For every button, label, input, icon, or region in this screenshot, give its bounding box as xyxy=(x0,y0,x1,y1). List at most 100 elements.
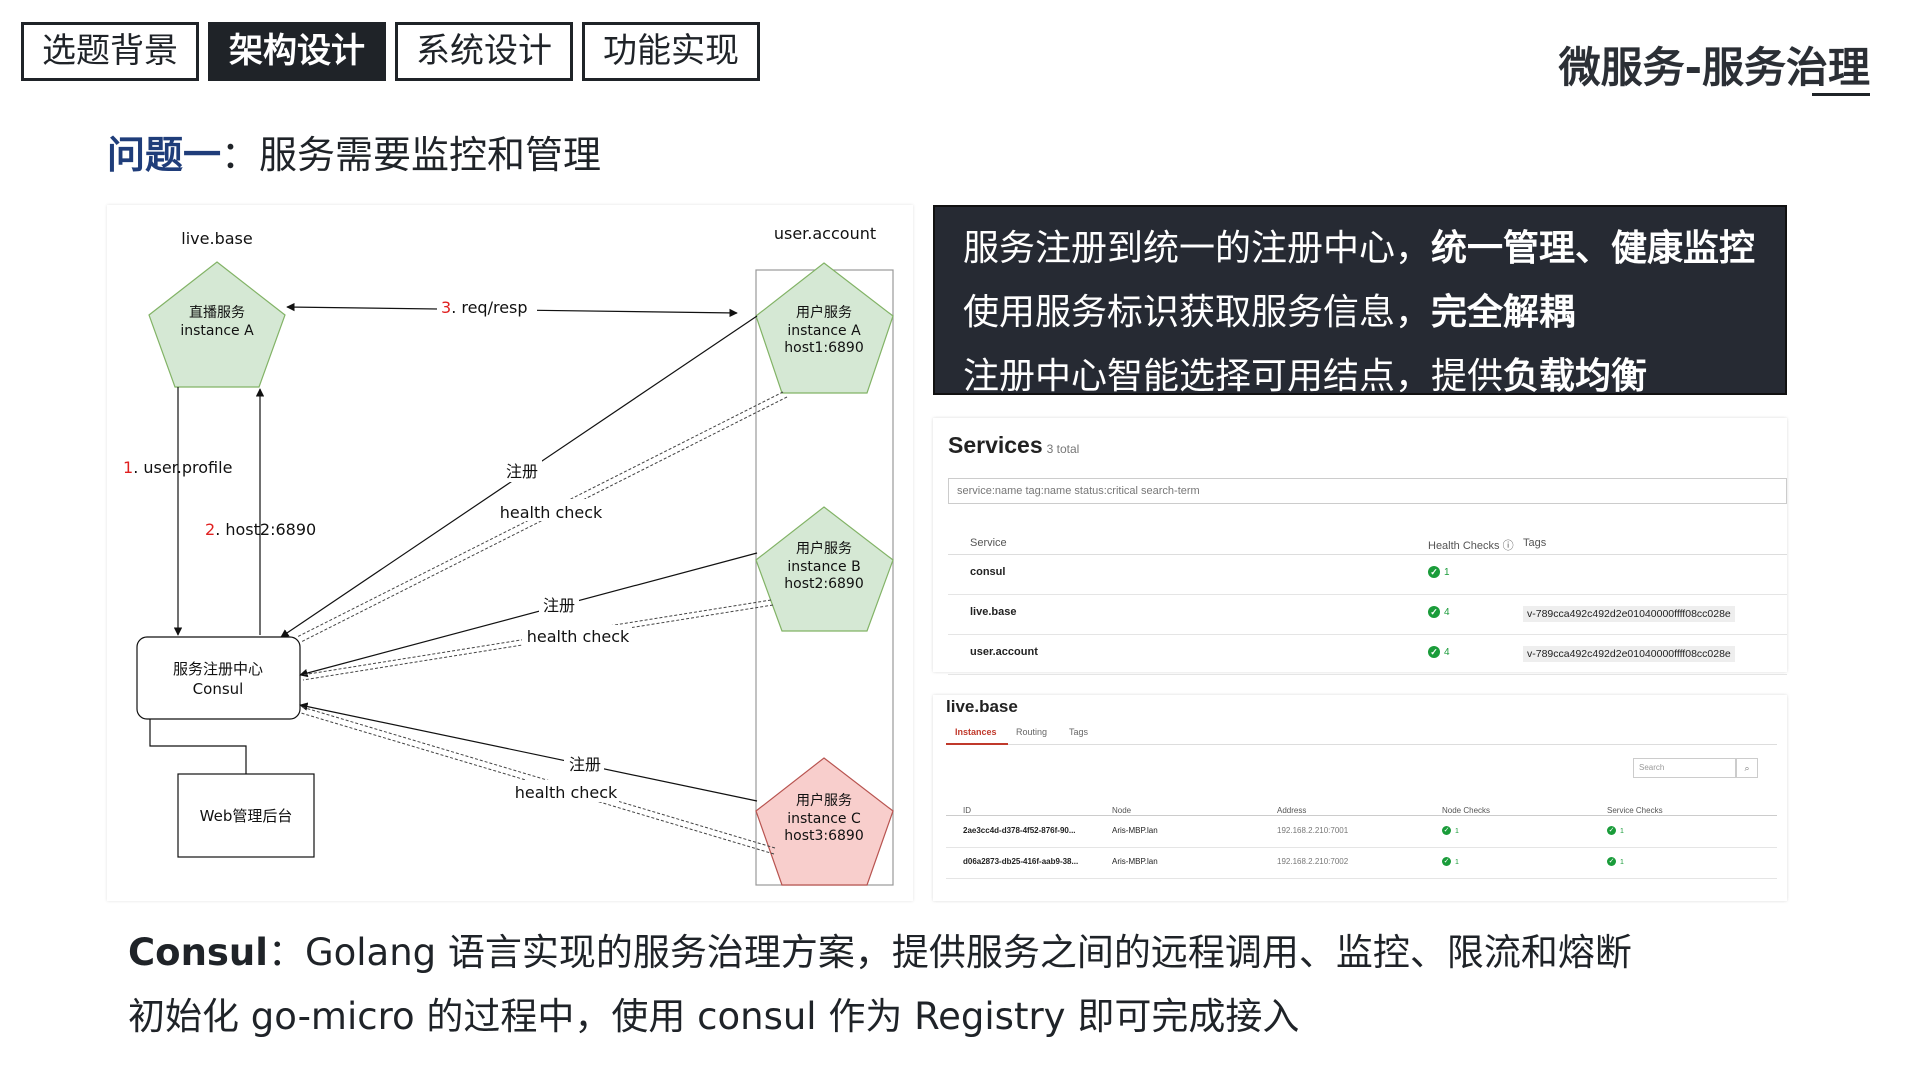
node-check-count: 1 xyxy=(1455,828,1459,835)
health-status: ✓ 4 xyxy=(1428,606,1450,619)
register-label-a: 注册 xyxy=(506,462,538,481)
tab-routing[interactable]: Routing xyxy=(1016,727,1047,737)
check-icon: ✓ xyxy=(1607,857,1616,867)
register-label-c: 注册 xyxy=(569,755,601,774)
user-b-line1: 用户服务 xyxy=(796,540,852,557)
footer-line-1-text: ：Golang 语言实现的服务治理方案，提供服务之间的远程调用、监控、限流和熔断 xyxy=(267,931,1632,974)
summary-line-2: 使用服务标识获取服务信息，完全解耦 xyxy=(963,281,1757,345)
health-count: 4 xyxy=(1444,647,1450,658)
col-node-checks[interactable]: Node Checks xyxy=(1442,806,1490,815)
check-icon: ✓ xyxy=(1607,826,1616,836)
tab-background[interactable]: 选题背景 xyxy=(21,22,199,81)
instance-node: Aris-MBP.lan xyxy=(1112,857,1158,866)
consul-registry-node xyxy=(136,636,301,720)
node-check-status: ✓ 1 xyxy=(1442,826,1459,836)
step3-label: 3. req/resp xyxy=(441,298,528,317)
health-label-c: health check xyxy=(515,783,618,802)
service-name[interactable]: live.base xyxy=(970,606,1016,618)
instances-search-input[interactable]: Search xyxy=(1633,758,1736,778)
step2-number: 2 xyxy=(205,520,215,539)
summary-line-3-text: 注册中心智能选择可用结点，提供 xyxy=(963,356,1504,397)
col-health-checks[interactable]: Health Checks ⓘ xyxy=(1428,537,1514,553)
instances-tabs: Instances Routing Tags xyxy=(946,718,1777,745)
user-c-line2: instance C xyxy=(787,811,861,827)
footer-line-2: 初始化 go-micro 的过程中，使用 consul 作为 Registry … xyxy=(128,995,1300,1038)
instance-id[interactable]: 2ae3cc4d-d378-4f52-876f-90... xyxy=(963,826,1076,835)
table-row[interactable]: d06a2873-db25-416f-aab9-38... Aris-MBP.l… xyxy=(946,848,1777,879)
brand-underline xyxy=(1812,93,1870,96)
architecture-diagram: live.base user.account 直播服务 instance A 用… xyxy=(107,205,913,901)
health-status: ✓ 4 xyxy=(1428,646,1450,659)
step1-number: 1 xyxy=(123,458,133,477)
table-row[interactable]: 2ae3cc4d-d378-4f52-876f-90... Aris-MBP.l… xyxy=(946,817,1777,848)
tab-instances[interactable]: Instances xyxy=(955,727,997,737)
user-account-group-label: user.account xyxy=(774,224,876,243)
services-panel: Services 3 total service:name tag:name st… xyxy=(933,418,1787,675)
check-icon: ✓ xyxy=(1428,646,1440,659)
summary-line-1-emphasis: 统一管理、健康监控 xyxy=(1431,228,1756,269)
summary-line-3-emphasis: 负载均衡 xyxy=(1503,356,1648,397)
consul-web-connector xyxy=(149,719,247,774)
table-row[interactable]: user.account ✓ 4 v-789cca492c492d2e010400… xyxy=(948,635,1787,675)
tab-implementation[interactable]: 功能实现 xyxy=(582,22,760,81)
step1-label: 1. user.profile xyxy=(123,458,232,477)
consul-line1: 服务注册中心 xyxy=(173,660,263,678)
section-nav: 选题背景 架构设计 系统设计 功能实现 xyxy=(21,22,760,81)
user-a-line1: 用户服务 xyxy=(796,304,852,321)
register-label-b: 注册 xyxy=(543,596,575,615)
question-label: 问题一 xyxy=(107,133,222,177)
question-text: 服务需要监控和管理 xyxy=(259,133,602,177)
slide-brand-title: 微服务-服务治理 xyxy=(1558,43,1870,92)
question-heading: 问题一：服务需要监控和管理 xyxy=(107,124,601,179)
user-c-line1: 用户服务 xyxy=(796,792,852,809)
col-address[interactable]: Address xyxy=(1277,806,1306,815)
live-base-group-label: live.base xyxy=(181,229,252,248)
services-search-input[interactable]: service:name tag:name status:critical se… xyxy=(948,478,1787,504)
services-table-header: Service Health Checks ⓘ Tags xyxy=(948,526,1787,555)
instance-address: 192.168.2.210:7001 xyxy=(1277,826,1349,835)
live-node-line2: instance A xyxy=(180,323,254,339)
col-id[interactable]: ID xyxy=(963,806,971,815)
health-label-b: health check xyxy=(527,627,630,646)
consul-line2: Consul xyxy=(193,680,244,698)
summary-box: 服务注册到统一的注册中心，统一管理、健康监控 使用服务标识获取服务信息，完全解耦… xyxy=(933,205,1787,397)
health-count: 4 xyxy=(1444,607,1450,618)
col-node[interactable]: Node xyxy=(1112,806,1131,815)
health-status: ✓ 1 xyxy=(1428,566,1450,579)
active-tab-indicator xyxy=(946,743,1008,745)
step3-number: 3 xyxy=(441,298,451,317)
summary-line-1-text: 服务注册到统一的注册中心， xyxy=(963,228,1432,269)
col-service-checks[interactable]: Service Checks xyxy=(1607,806,1663,815)
magnifier-icon[interactable]: ⌕ xyxy=(1736,758,1758,778)
question-sep: ： xyxy=(221,133,260,177)
service-name[interactable]: consul xyxy=(970,566,1005,578)
table-row[interactable]: consul ✓ 1 xyxy=(948,555,1787,595)
tab-architecture[interactable]: 架构设计 xyxy=(208,22,386,81)
user-a-line2: instance A xyxy=(787,323,861,339)
step2-text: . host2:6890 xyxy=(215,520,316,539)
instances-table-header: ID Node Address Node Checks Service Chec… xyxy=(946,795,1777,816)
service-tag-text: v-789cca492c492d2e01040000ffff08cc028e xyxy=(1523,606,1735,622)
node-check-count: 1 xyxy=(1455,859,1459,866)
user-b-line2: instance B xyxy=(787,559,860,575)
check-icon: ✓ xyxy=(1442,857,1451,867)
instance-id[interactable]: d06a2873-db25-416f-aab9-38... xyxy=(963,857,1078,866)
service-check-status: ✓ 1 xyxy=(1607,857,1624,867)
health-count: 1 xyxy=(1444,567,1450,578)
service-check-status: ✓ 1 xyxy=(1607,826,1624,836)
table-row[interactable]: live.base ✓ 4 v-789cca492c492d2e01040000f… xyxy=(948,595,1787,635)
service-name[interactable]: user.account xyxy=(970,646,1038,658)
check-icon: ✓ xyxy=(1442,826,1451,836)
node-check-status: ✓ 1 xyxy=(1442,857,1459,867)
architecture-diagram-svg: live.base user.account 直播服务 instance A 用… xyxy=(123,224,894,886)
col-service[interactable]: Service xyxy=(970,537,1007,549)
health-label-a: health check xyxy=(500,503,603,522)
col-tags[interactable]: Tags xyxy=(1523,537,1546,549)
tab-system-design[interactable]: 系统设计 xyxy=(395,22,573,81)
services-total: 3 total xyxy=(1046,442,1080,456)
summary-line-2-emphasis: 完全解耦 xyxy=(1431,292,1576,333)
service-tag: v-789cca492c492d2e01040000ffff08cc028e xyxy=(1523,606,1735,622)
tab-tags[interactable]: Tags xyxy=(1069,727,1088,737)
register-arrow-b xyxy=(299,552,758,678)
summary-line-1: 服务注册到统一的注册中心，统一管理、健康监控 xyxy=(963,217,1757,281)
